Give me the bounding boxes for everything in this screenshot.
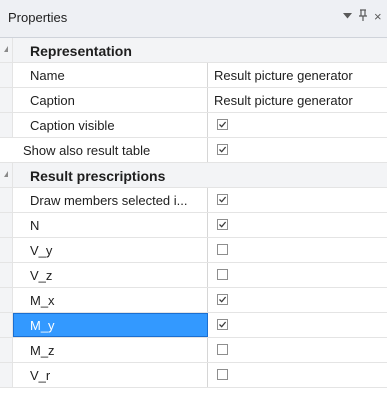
checkmark-icon	[219, 321, 227, 328]
property-name[interactable]: V_z	[13, 263, 208, 287]
property-name[interactable]: V_y	[13, 238, 208, 262]
property-name[interactable]: Caption	[13, 88, 208, 112]
panel-titlebar: Properties ×	[0, 0, 387, 38]
property-row-show-result-table[interactable]: Show also result table	[0, 138, 387, 163]
property-name[interactable]: V_r	[13, 363, 208, 387]
row-gutter	[0, 363, 13, 387]
checkmark-icon	[219, 196, 227, 203]
property-value	[208, 188, 387, 212]
row-gutter	[0, 263, 13, 287]
properties-panel: Properties × Representation Name Result …	[0, 0, 387, 393]
property-name[interactable]: N	[13, 213, 208, 237]
category-gutter	[0, 163, 13, 187]
property-row-v-y[interactable]: V_y	[0, 238, 387, 263]
row-gutter	[0, 188, 13, 212]
m-y-checkbox[interactable]	[217, 319, 228, 330]
property-value	[208, 288, 387, 312]
property-row-m-y[interactable]: M_y	[0, 313, 387, 338]
property-value	[208, 263, 387, 287]
category-result-prescriptions[interactable]: Result prescriptions	[0, 163, 387, 188]
property-name[interactable]: M_z	[13, 338, 208, 362]
property-row-v-r[interactable]: V_r	[0, 363, 387, 388]
show-result-table-checkbox[interactable]	[217, 144, 228, 155]
checkmark-icon	[219, 146, 227, 153]
n-checkbox[interactable]	[217, 219, 228, 230]
v-y-checkbox[interactable]	[217, 244, 228, 255]
checkmark-icon	[219, 296, 227, 303]
checkmark-icon	[219, 221, 227, 228]
property-value	[208, 238, 387, 262]
property-name[interactable]: Draw members selected i...	[13, 188, 208, 212]
property-value	[208, 338, 387, 362]
expand-arrow-icon[interactable]	[4, 46, 8, 52]
row-gutter	[0, 213, 13, 237]
v-r-checkbox[interactable]	[217, 369, 228, 380]
property-name[interactable]: Show also result table	[0, 138, 208, 162]
property-row-m-z[interactable]: M_z	[0, 338, 387, 363]
chevron-down-icon[interactable]	[343, 9, 352, 19]
category-representation[interactable]: Representation	[0, 38, 387, 63]
row-gutter	[0, 88, 13, 112]
row-gutter	[0, 63, 13, 87]
property-row-caption[interactable]: Caption Result picture generator	[0, 88, 387, 113]
pin-icon[interactable]	[358, 9, 368, 26]
category-label: Representation	[30, 43, 132, 59]
property-name[interactable]: Caption visible	[13, 113, 208, 137]
property-value	[208, 213, 387, 237]
category-gutter	[0, 38, 13, 62]
row-gutter	[0, 338, 13, 362]
property-value	[208, 313, 387, 337]
m-z-checkbox[interactable]	[217, 344, 228, 355]
close-icon[interactable]: ×	[374, 9, 382, 25]
expand-arrow-icon[interactable]	[4, 171, 8, 177]
property-row-m-x[interactable]: M_x	[0, 288, 387, 313]
m-x-checkbox[interactable]	[217, 294, 228, 305]
property-row-v-z[interactable]: V_z	[0, 263, 387, 288]
checkmark-icon	[219, 121, 227, 128]
property-value	[208, 113, 387, 137]
caption-visible-checkbox[interactable]	[217, 119, 228, 130]
panel-title: Properties	[8, 10, 68, 25]
category-label: Result prescriptions	[30, 168, 166, 184]
property-name[interactable]: M_x	[13, 288, 208, 312]
property-grid: Representation Name Result picture gener…	[0, 38, 387, 388]
property-name-selected[interactable]: M_y	[13, 313, 208, 337]
property-value[interactable]: Result picture generator	[208, 63, 387, 87]
property-value[interactable]: Result picture generator	[208, 88, 387, 112]
property-row-n[interactable]: N	[0, 213, 387, 238]
v-z-checkbox[interactable]	[217, 269, 228, 280]
row-gutter	[0, 238, 13, 262]
row-gutter	[0, 113, 13, 137]
draw-members-checkbox[interactable]	[217, 194, 228, 205]
property-name[interactable]: Name	[13, 63, 208, 87]
property-value	[208, 138, 387, 162]
property-row-draw-members[interactable]: Draw members selected i...	[0, 188, 387, 213]
property-value	[208, 363, 387, 387]
property-row-caption-visible[interactable]: Caption visible	[0, 113, 387, 138]
property-row-name[interactable]: Name Result picture generator	[0, 63, 387, 88]
row-gutter	[0, 313, 13, 337]
row-gutter	[0, 288, 13, 312]
